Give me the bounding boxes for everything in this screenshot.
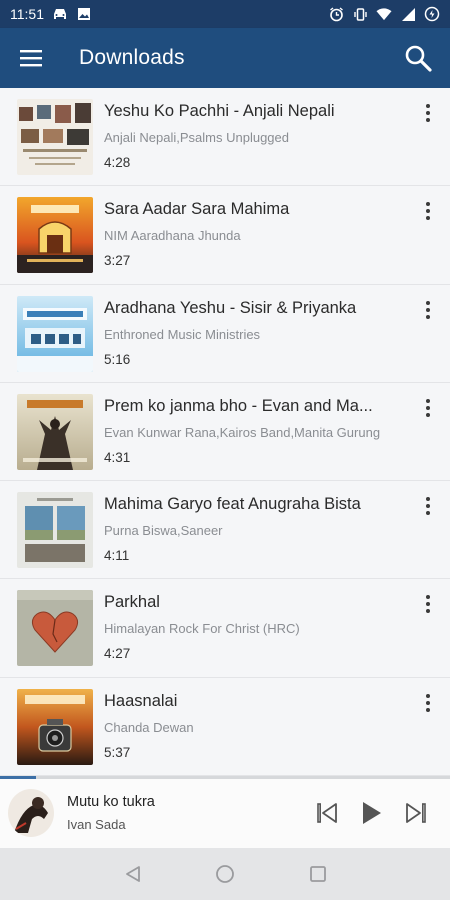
now-playing-art	[8, 789, 54, 837]
song-title: Mahima Garyo feat Anugraha Bista	[104, 495, 361, 514]
song-duration: 4:27	[104, 646, 131, 662]
more-options-icon[interactable]	[420, 299, 436, 321]
more-options-icon[interactable]	[420, 593, 436, 615]
list-item[interactable]: Mahima Garyo feat Anugraha Bista Purna B…	[0, 481, 450, 580]
mini-player[interactable]: Mutu ko tukra Ivan Sada	[0, 779, 450, 848]
previous-icon[interactable]	[314, 799, 342, 827]
more-options-icon[interactable]	[420, 200, 436, 222]
song-duration: 3:27	[104, 253, 131, 269]
play-icon[interactable]	[357, 799, 385, 827]
song-info: Parkhal Himalayan Rock For Christ (HRC) …	[104, 591, 409, 663]
next-icon[interactable]	[401, 799, 429, 827]
song-artist: Evan Kunwar Rana,Kairos Band,Manita Guru…	[104, 424, 381, 440]
app-bar: Downloads	[0, 28, 450, 88]
status-time: 11:51	[10, 6, 44, 22]
song-artist: Chanda Dewan	[104, 719, 194, 735]
song-title: Yeshu Ko Pachhi - Anjali Nepali	[104, 102, 335, 120]
list-item[interactable]: Haasnalai Chanda Dewan 5:37	[0, 678, 450, 776]
song-title: Prem ko janma bho - Evan and Ma...	[104, 396, 373, 415]
song-artist: Anjali Nepali,Psalms Unplugged	[104, 130, 289, 145]
album-art	[17, 590, 93, 667]
song-title: Haasnalai	[104, 691, 178, 710]
image-icon	[76, 6, 92, 22]
downloads-list: Yeshu Ko Pachhi - Anjali Nepali Anjali N…	[0, 88, 450, 776]
back-icon[interactable]	[122, 863, 144, 885]
vibrate-icon	[352, 6, 368, 22]
menu-icon[interactable]	[16, 43, 46, 73]
song-info: Haasnalai Chanda Dewan 5:37	[104, 690, 409, 762]
album-art	[17, 295, 93, 372]
song-info: Yeshu Ko Pachhi - Anjali Nepali Anjali N…	[104, 100, 409, 172]
song-artist: NIM Aaradhana Jhunda	[104, 228, 241, 244]
song-duration: 5:37	[104, 744, 131, 760]
song-info: Aradhana Yeshu - Sisir & Priyanka Enthro…	[104, 297, 409, 369]
song-artist: Purna Biswa,Saneer	[104, 523, 223, 539]
song-info: Sara Aadar Sara Mahima NIM Aaradhana Jhu…	[104, 198, 409, 270]
album-art	[17, 99, 93, 175]
signal-icon	[400, 6, 416, 22]
list-item[interactable]: Prem ko janma bho - Evan and Ma... Evan …	[0, 383, 450, 482]
song-title: Parkhal	[104, 593, 160, 612]
more-options-icon[interactable]	[420, 495, 436, 517]
now-playing-info: Mutu ko tukra Ivan Sada	[67, 793, 287, 833]
list-item[interactable]: Sara Aadar Sara Mahima NIM Aaradhana Jhu…	[0, 186, 450, 285]
wifi-icon	[376, 6, 392, 22]
more-options-icon[interactable]	[420, 692, 436, 714]
system-nav-bar	[0, 848, 450, 900]
status-bar: 11:51	[0, 0, 450, 28]
list-item[interactable]: Parkhal Himalayan Rock For Christ (HRC) …	[0, 579, 450, 678]
song-duration: 5:16	[104, 351, 131, 367]
more-options-icon[interactable]	[420, 397, 436, 419]
song-artist: Enthroned Music Ministries	[104, 326, 261, 342]
list-item[interactable]: Yeshu Ko Pachhi - Anjali Nepali Anjali N…	[0, 88, 450, 187]
song-duration: 4:11	[104, 548, 130, 564]
more-options-icon[interactable]	[420, 102, 436, 124]
list-item[interactable]: Aradhana Yeshu - Sisir & Priyanka Enthro…	[0, 285, 450, 383]
song-artist: Himalayan Rock For Christ (HRC)	[104, 621, 300, 637]
car-icon	[52, 6, 68, 22]
alarm-icon	[328, 6, 344, 22]
album-art	[17, 492, 93, 569]
page-title: Downloads	[79, 46, 185, 69]
recents-icon[interactable]	[307, 863, 329, 885]
search-icon[interactable]	[402, 42, 434, 74]
song-duration: 4:31	[104, 449, 131, 465]
song-info: Prem ko janma bho - Evan and Ma... Evan …	[104, 395, 409, 467]
song-duration: 4:28	[104, 155, 131, 170]
song-title: Sara Aadar Sara Mahima	[104, 200, 290, 219]
song-info: Mahima Garyo feat Anugraha Bista Purna B…	[104, 493, 409, 565]
battery-icon	[424, 6, 440, 22]
now-playing-artist: Ivan Sada	[67, 817, 126, 832]
album-art	[17, 688, 93, 765]
album-art	[17, 393, 93, 470]
song-title: Aradhana Yeshu - Sisir & Priyanka	[104, 298, 357, 317]
album-art	[17, 197, 93, 274]
home-icon[interactable]	[214, 863, 236, 885]
now-playing-title: Mutu ko tukra	[67, 794, 155, 810]
